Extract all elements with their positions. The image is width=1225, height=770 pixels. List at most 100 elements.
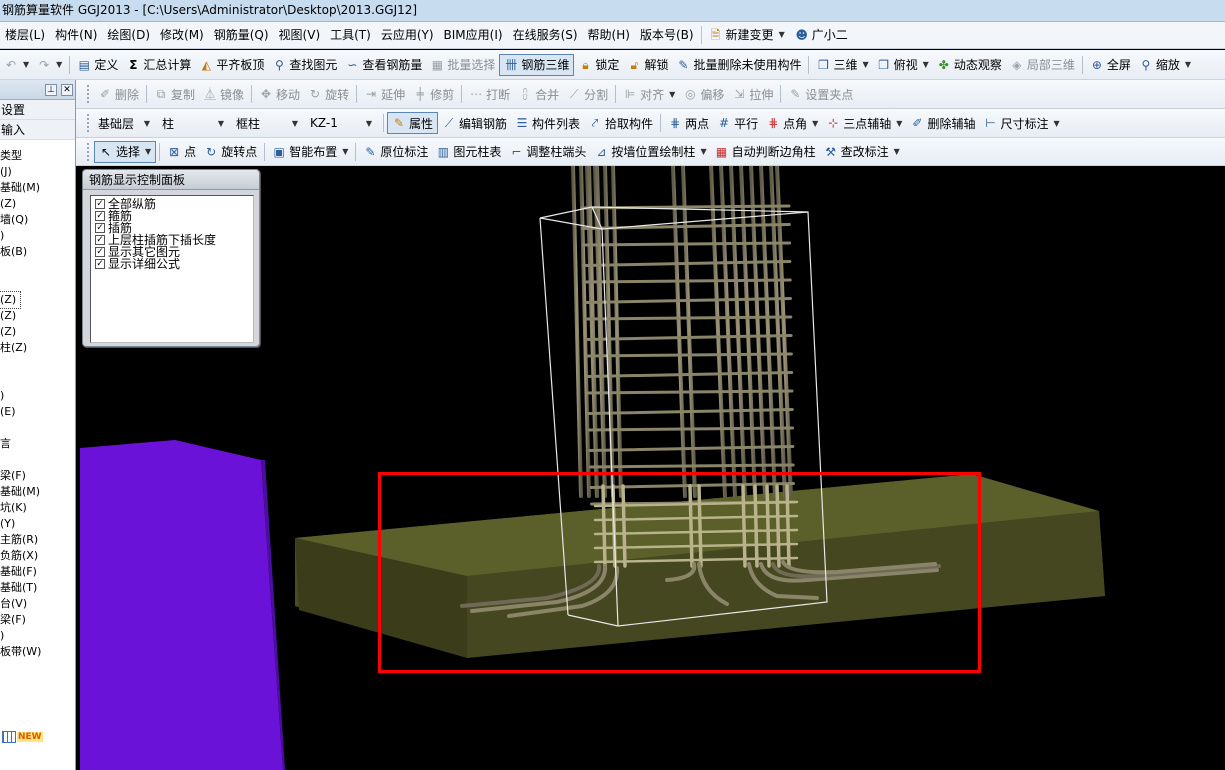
delete-axis-button[interactable]: ✐ 删除辅轴 bbox=[906, 112, 979, 134]
tree-item[interactable]: (J) bbox=[0, 164, 75, 180]
element-column-table-button[interactable]: ▥ 图元柱表 bbox=[432, 141, 505, 163]
menu-online[interactable]: 在线服务(S) bbox=[508, 24, 583, 46]
tree-item[interactable] bbox=[0, 276, 75, 292]
break-button[interactable]: ⋯ 打断 bbox=[465, 83, 514, 105]
rotate-point-button[interactable]: ↻ 旋转点 bbox=[200, 141, 261, 163]
sum-calc-button[interactable]: Σ 汇总计算 bbox=[122, 54, 195, 76]
tree-item[interactable]: (Z) bbox=[0, 308, 75, 324]
tree-item[interactable]: 基础(F) bbox=[0, 564, 75, 580]
subtype-select[interactable]: 框柱 ▼ bbox=[232, 113, 302, 133]
undo-button[interactable]: ↶ ▼ bbox=[0, 54, 33, 76]
tree-item[interactable]: 基础(M) bbox=[0, 484, 75, 500]
tree-item[interactable] bbox=[0, 372, 75, 388]
tree-item[interactable]: 墙(Q) bbox=[0, 212, 75, 228]
option-checkbox[interactable]: ✓ bbox=[95, 259, 105, 269]
point-button[interactable]: ⊠ 点 bbox=[163, 141, 200, 163]
rebar-3d-button[interactable]: 卌钢筋三维 bbox=[499, 53, 575, 76]
menu-help[interactable]: 帮助(H) bbox=[583, 24, 635, 46]
menu-view[interactable]: 视图(V) bbox=[274, 24, 326, 46]
menu-modify[interactable]: 修改(M) bbox=[155, 24, 209, 46]
three-d-button[interactable]: ❒ 三维 ▼ bbox=[812, 54, 872, 76]
tree-item[interactable] bbox=[0, 356, 75, 372]
set-grip-button[interactable]: ✎ 设置夹点 bbox=[784, 83, 857, 105]
redo-button[interactable]: ↷ ▼ bbox=[33, 54, 66, 76]
tree-item[interactable]: 柱(Z) bbox=[0, 340, 75, 356]
option-checkbox[interactable]: ✓ bbox=[95, 247, 105, 257]
menu-tools[interactable]: 工具(T) bbox=[325, 24, 376, 46]
tree-item[interactable]: ) bbox=[0, 228, 75, 244]
extend-button[interactable]: ⇥ 延伸 bbox=[360, 83, 409, 105]
properties-button[interactable]: ✎ 属性 bbox=[387, 112, 439, 134]
zoom-button[interactable]: ⚲ 缩放 ▼ bbox=[1135, 54, 1195, 76]
tree-item[interactable]: 坑(K) bbox=[0, 500, 75, 516]
tree-item[interactable]: (Z) bbox=[0, 324, 75, 340]
in-place-label-button[interactable]: ✎ 原位标注 bbox=[359, 141, 432, 163]
offset-button[interactable]: ◎ 偏移 bbox=[679, 83, 728, 105]
tree-item[interactable]: (Y) bbox=[0, 516, 75, 532]
tree-item[interactable]: 梁(F) bbox=[0, 612, 75, 628]
tree-item[interactable]: (Z) bbox=[0, 291, 21, 309]
menu-cloud[interactable]: 云应用(Y) bbox=[376, 24, 439, 46]
three-point-axis-button[interactable]: ⊹ 三点辅轴 ▼ bbox=[822, 112, 906, 134]
tree-item[interactable]: (E) bbox=[0, 404, 75, 420]
tree-item[interactable]: 言 bbox=[0, 436, 75, 452]
menu-floor[interactable]: 楼层(L) bbox=[0, 24, 50, 46]
auto-corner-column-button[interactable]: ▦ 自动判断边角柱 bbox=[711, 141, 820, 163]
view-rebar-qty-button[interactable]: ∽ 查看钢筋量 bbox=[341, 54, 426, 76]
tree-item[interactable] bbox=[0, 260, 75, 276]
smart-layout-button[interactable]: ▣ 智能布置 ▼ bbox=[268, 141, 352, 163]
top-view-button[interactable]: ❐ 俯视 ▼ bbox=[873, 54, 933, 76]
point-angle-button[interactable]: ⋕ 点角 ▼ bbox=[762, 112, 822, 134]
rotate-button[interactable]: ↻ 旋转 bbox=[304, 83, 353, 105]
flush-slab-top-button[interactable]: ◭ 平齐板顶 bbox=[195, 54, 268, 76]
nav-settings[interactable]: 设置 bbox=[0, 100, 75, 120]
component-select[interactable]: KZ-1 ▼ bbox=[306, 113, 376, 133]
pin-icon[interactable]: ⊥ bbox=[45, 83, 57, 96]
move-button[interactable]: ✥ 移动 bbox=[255, 83, 304, 105]
fullscreen-button[interactable]: ⊕ 全屏 bbox=[1086, 54, 1135, 76]
tree-item[interactable]: ) bbox=[0, 628, 75, 644]
floor-select[interactable]: 基础层 ▼ bbox=[94, 113, 154, 133]
menu-version[interactable]: 版本号(B) bbox=[635, 24, 699, 46]
dimension-button[interactable]: ⊢ 尺寸标注 ▼ bbox=[979, 112, 1063, 134]
tree-item[interactable]: 主筋(R) bbox=[0, 532, 75, 548]
menu-draw[interactable]: 绘图(D) bbox=[102, 24, 155, 46]
find-element-button[interactable]: ⚲ 查找图元 bbox=[268, 54, 341, 76]
new-feature-badge[interactable]: NEW bbox=[2, 731, 43, 743]
two-points-button[interactable]: ⋕ 两点 bbox=[664, 112, 713, 134]
assistant-menu[interactable]: ☻ 广小二 bbox=[790, 24, 853, 46]
tree-item[interactable] bbox=[0, 420, 75, 436]
tree-item[interactable]: 台(V) bbox=[0, 596, 75, 612]
tree-item[interactable]: 梁(F) bbox=[0, 468, 75, 484]
menu-rebar-qty[interactable]: 钢筋量(Q) bbox=[209, 24, 274, 46]
batch-delete-unused-button[interactable]: ✎ 批量删除未使用构件 bbox=[672, 54, 805, 76]
tree-item[interactable]: 基础(T) bbox=[0, 580, 75, 596]
unlock-button[interactable]: 🔓︎ 解锁 bbox=[623, 54, 672, 76]
adjust-column-end-button[interactable]: ⌐ 调整柱端头 bbox=[505, 141, 590, 163]
dynamic-observe-button[interactable]: ✤ 动态观察 bbox=[933, 54, 1006, 76]
mirror-button[interactable]: ⏅ 镜像 bbox=[199, 83, 248, 105]
edit-rebar-button[interactable]: ⟋ 编辑钢筋 bbox=[438, 112, 511, 134]
tree-item[interactable]: (Z) bbox=[0, 196, 75, 212]
option-checkbox[interactable]: ✓ bbox=[95, 223, 105, 233]
pick-component-button[interactable]: ⤤ 拾取构件 bbox=[584, 112, 657, 134]
menu-bim[interactable]: BIM应用(I) bbox=[439, 24, 508, 46]
tree-item[interactable]: 板(B) bbox=[0, 244, 75, 260]
lock-button[interactable]: 🔒︎ 锁定 bbox=[574, 54, 623, 76]
tree-item[interactable]: 类型 bbox=[0, 148, 75, 164]
delete-button[interactable]: ✐ 删除 bbox=[94, 83, 143, 105]
menu-component[interactable]: 构件(N) bbox=[50, 24, 102, 46]
batch-select-button[interactable]: ▦ 批量选择 bbox=[426, 54, 499, 76]
option-checkbox[interactable]: ✓ bbox=[95, 199, 105, 209]
option-checkbox[interactable]: ✓ bbox=[95, 211, 105, 221]
parallel-button[interactable]: # 平行 bbox=[713, 112, 762, 134]
close-icon[interactable]: ✕ bbox=[61, 83, 73, 96]
option-checkbox[interactable]: ✓ bbox=[95, 235, 105, 245]
local-3d-button[interactable]: ◈ 局部三维 bbox=[1006, 54, 1079, 76]
new-change-menu[interactable]: 🗎 新建变更 ▼ bbox=[704, 24, 790, 46]
select-button[interactable]: ↖ 选择 ▼ bbox=[94, 140, 157, 163]
component-list-button[interactable]: ☰ 构件列表 bbox=[511, 112, 584, 134]
tree-item[interactable]: 基础(M) bbox=[0, 180, 75, 196]
modify-label-button[interactable]: ⚒ 查改标注 ▼ bbox=[820, 141, 904, 163]
define-button[interactable]: ▤ 定义 bbox=[73, 54, 122, 76]
